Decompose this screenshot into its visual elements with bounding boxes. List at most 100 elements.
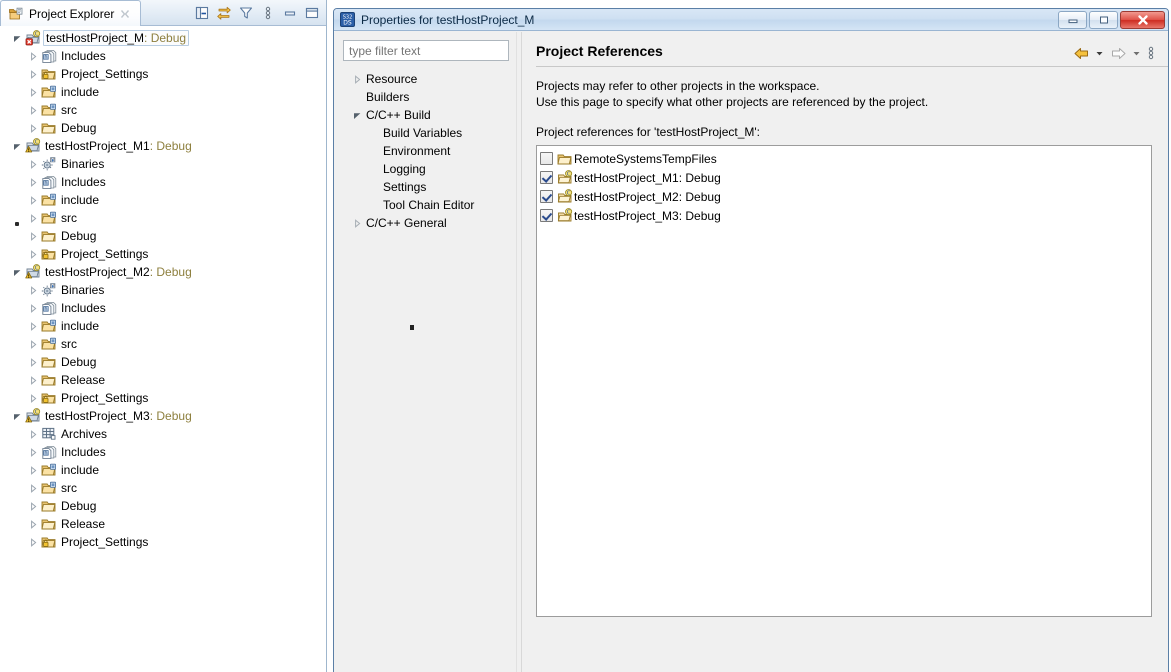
filter-input[interactable]: [343, 40, 509, 61]
tree-item-src[interactable]: src: [0, 479, 325, 497]
reference-row[interactable]: CtestHostProject_M3: Debug: [540, 206, 1151, 225]
tree-item-include[interactable]: include: [0, 191, 325, 209]
chevron-right-icon[interactable]: [28, 483, 39, 494]
chevron-right-icon[interactable]: [28, 537, 39, 548]
tree-item-debug[interactable]: Debug: [0, 353, 325, 371]
tree-item-project-settings[interactable]: Project_Settings: [0, 533, 325, 551]
tree-item-includes[interactable]: hIncludes: [0, 47, 325, 65]
chevron-right-icon[interactable]: [28, 447, 39, 458]
chevron-down-icon[interactable]: [12, 141, 23, 152]
link-with-editor-icon[interactable]: [214, 3, 234, 23]
tree-item-include[interactable]: include: [0, 461, 325, 479]
reference-row[interactable]: CtestHostProject_M1: Debug: [540, 168, 1151, 187]
chevron-right-icon[interactable]: [28, 501, 39, 512]
forward-dropdown-icon[interactable]: [1130, 44, 1143, 62]
chevron-right-icon[interactable]: [28, 429, 39, 440]
tree-item-src[interactable]: src: [0, 101, 325, 119]
chevron-right-icon[interactable]: [28, 393, 39, 404]
reference-checkbox[interactable]: [540, 209, 553, 222]
reference-checkbox[interactable]: [540, 152, 553, 165]
chevron-down-icon[interactable]: [12, 411, 23, 422]
tree-item-project-settings[interactable]: Project_Settings: [0, 245, 325, 263]
reference-row[interactable]: RemoteSystemsTempFiles: [540, 149, 1151, 168]
page-menu-icon[interactable]: [1144, 44, 1158, 62]
close-icon[interactable]: [119, 8, 131, 20]
nav-item-builders[interactable]: Builders: [343, 88, 509, 106]
chevron-right-icon[interactable]: [352, 74, 362, 84]
tree-item-testhostproject-m[interactable]: CtestHostProject_M: Debug: [0, 29, 325, 47]
chevron-right-icon[interactable]: [28, 303, 39, 314]
chevron-down-icon[interactable]: [12, 33, 23, 44]
chevron-right-icon[interactable]: [28, 375, 39, 386]
nav-item-environment[interactable]: Environment: [343, 142, 509, 160]
reference-checkbox[interactable]: [540, 190, 553, 203]
nav-item-c-c-general[interactable]: C/C++ General: [343, 214, 509, 232]
tree-item-includes[interactable]: hIncludes: [0, 299, 325, 317]
tree-item-project-settings[interactable]: Project_Settings: [0, 65, 325, 83]
tree-item-debug[interactable]: Debug: [0, 227, 325, 245]
nav-item-settings[interactable]: Settings: [343, 178, 509, 196]
minimize-icon[interactable]: [280, 3, 300, 23]
chevron-right-icon[interactable]: [28, 69, 39, 80]
project-tree[interactable]: CtestHostProject_M: DebughIncludesProjec…: [0, 27, 325, 672]
maximize-button[interactable]: [1089, 11, 1118, 29]
settings-nav-tree[interactable]: ResourceBuildersC/C++ BuildBuild Variabl…: [343, 70, 509, 232]
tree-item-testhostproject-m2[interactable]: CtestHostProject_M2: Debug: [0, 263, 325, 281]
maximize-icon[interactable]: [302, 3, 322, 23]
chevron-right-icon[interactable]: [28, 249, 39, 260]
chevron-down-icon[interactable]: [352, 110, 362, 120]
tree-item-debug[interactable]: Debug: [0, 497, 325, 515]
tree-item-src[interactable]: src: [0, 335, 325, 353]
chevron-right-icon[interactable]: [28, 357, 39, 368]
chevron-right-icon[interactable]: [352, 218, 362, 228]
nav-item-logging[interactable]: Logging: [343, 160, 509, 178]
back-arrow-icon[interactable]: [1070, 44, 1092, 62]
tree-item-src[interactable]: src: [0, 209, 325, 227]
collapse-all-icon[interactable]: [192, 3, 212, 23]
nav-item-build-variables[interactable]: Build Variables: [343, 124, 509, 142]
tree-item-testhostproject-m3[interactable]: CtestHostProject_M3: Debug: [0, 407, 325, 425]
chevron-right-icon[interactable]: [28, 51, 39, 62]
project-references-list[interactable]: RemoteSystemsTempFilesCtestHostProject_M…: [536, 145, 1152, 617]
chevron-right-icon[interactable]: [28, 285, 39, 296]
tree-item-testhostproject-m1[interactable]: CtestHostProject_M1: Debug: [0, 137, 325, 155]
tree-item-archives[interactable]: Archives: [0, 425, 325, 443]
chevron-right-icon[interactable]: [28, 159, 39, 170]
nav-item-c-c-build[interactable]: C/C++ Build: [343, 106, 509, 124]
nav-item-resource[interactable]: Resource: [343, 70, 509, 88]
tree-item-include[interactable]: include: [0, 317, 325, 335]
tree-item-project-settings[interactable]: Project_Settings: [0, 389, 325, 407]
chevron-down-icon[interactable]: [12, 267, 23, 278]
chevron-right-icon[interactable]: [28, 195, 39, 206]
nav-item-tool-chain-editor[interactable]: Tool Chain Editor: [343, 196, 509, 214]
chevron-right-icon[interactable]: [28, 213, 39, 224]
chevron-right-icon[interactable]: [28, 177, 39, 188]
minimize-button[interactable]: [1058, 11, 1087, 29]
tree-item-include[interactable]: include: [0, 83, 325, 101]
tab-project-explorer[interactable]: Project Explorer: [0, 0, 141, 26]
chevron-right-icon[interactable]: [28, 231, 39, 242]
tree-item-includes[interactable]: hIncludes: [0, 173, 325, 191]
close-button[interactable]: [1120, 11, 1165, 29]
tree-item-debug[interactable]: Debug: [0, 119, 325, 137]
tree-item-release[interactable]: Release: [0, 515, 325, 533]
tree-item-label-wrap: Includes: [61, 49, 106, 63]
chevron-right-icon[interactable]: [28, 465, 39, 476]
reference-row[interactable]: CtestHostProject_M2: Debug: [540, 187, 1151, 206]
chevron-right-icon[interactable]: [28, 87, 39, 98]
back-dropdown-icon[interactable]: [1093, 44, 1106, 62]
filter-funnel-icon[interactable]: [236, 3, 256, 23]
forward-arrow-icon[interactable]: [1107, 44, 1129, 62]
chevron-right-icon[interactable]: [28, 519, 39, 530]
chevron-right-icon[interactable]: [28, 123, 39, 134]
tree-item-binaries[interactable]: 10Binaries: [0, 155, 325, 173]
dialog-titlebar[interactable]: S32 DS Properties for testHostProject_M: [334, 9, 1168, 31]
reference-checkbox[interactable]: [540, 171, 553, 184]
view-menu-icon[interactable]: [258, 3, 278, 23]
chevron-right-icon[interactable]: [28, 339, 39, 350]
tree-item-binaries[interactable]: 10Binaries: [0, 281, 325, 299]
chevron-right-icon[interactable]: [28, 321, 39, 332]
tree-item-release[interactable]: Release: [0, 371, 325, 389]
chevron-right-icon[interactable]: [28, 105, 39, 116]
tree-item-includes[interactable]: hIncludes: [0, 443, 325, 461]
